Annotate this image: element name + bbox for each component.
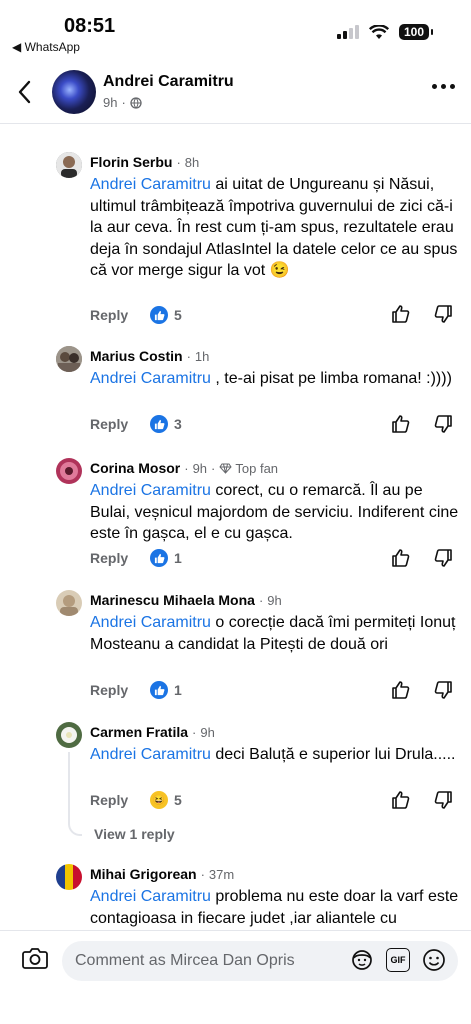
mention-link[interactable]: Andrei Caramitru bbox=[90, 370, 211, 387]
comment-body: Florin Serbu · 8h Andrei Caramitru ai ui… bbox=[90, 152, 460, 282]
post-meta: 9h · bbox=[103, 95, 142, 110]
commenter-name[interactable]: Marinescu Mihaela Mona bbox=[90, 592, 255, 608]
downvote-icon[interactable] bbox=[433, 680, 453, 700]
like-icon bbox=[150, 306, 168, 324]
commenter-avatar[interactable] bbox=[56, 458, 82, 484]
reaction-summary[interactable]: 1 bbox=[150, 681, 182, 699]
commenter-avatar[interactable] bbox=[56, 346, 82, 372]
comment-time: 37m bbox=[208, 866, 235, 882]
commenter-avatar[interactable] bbox=[56, 722, 82, 748]
vote-row bbox=[391, 414, 453, 434]
vote-row bbox=[391, 790, 453, 810]
reaction-count: 1 bbox=[174, 550, 182, 566]
composer-icons: GIF bbox=[350, 948, 446, 972]
like-icon bbox=[150, 549, 168, 567]
gif-icon[interactable]: GIF bbox=[386, 948, 410, 972]
comment-text: Andrei Caramitru ai uitat de Ungureanu ș… bbox=[90, 176, 458, 279]
diamond-icon bbox=[219, 463, 233, 474]
globe-icon bbox=[130, 96, 142, 109]
status-bar: 08:51 ◀ WhatsApp 100 bbox=[0, 0, 471, 60]
comment-text: Andrei Caramitru deci Baluță e superior … bbox=[90, 746, 456, 763]
battery-icon: 100 bbox=[398, 24, 434, 40]
mention-link[interactable]: Andrei Caramitru bbox=[90, 888, 211, 905]
commenter-name[interactable]: Marius Costin bbox=[90, 348, 183, 364]
vote-row bbox=[391, 548, 453, 568]
vote-row bbox=[391, 680, 453, 700]
commenter-avatar[interactable] bbox=[56, 152, 82, 178]
commenter-avatar[interactable] bbox=[56, 864, 82, 890]
comment-time: 9h bbox=[200, 724, 215, 740]
haha-icon: 😆 bbox=[150, 791, 168, 809]
commenter-name[interactable]: Carmen Fratila bbox=[90, 724, 188, 740]
reply-button[interactable]: Reply bbox=[90, 416, 150, 432]
reply-button[interactable]: Reply bbox=[90, 550, 150, 566]
comment-time: 9h bbox=[192, 460, 208, 476]
reply-thread-line bbox=[68, 752, 82, 836]
downvote-icon[interactable] bbox=[433, 304, 453, 324]
status-time: 08:51 bbox=[64, 15, 116, 37]
downvote-icon[interactable] bbox=[433, 548, 453, 568]
mention-link[interactable]: Andrei Caramitru bbox=[90, 614, 211, 631]
vote-row bbox=[391, 304, 453, 324]
reaction-summary[interactable]: 5 bbox=[150, 306, 182, 324]
comment-body: Corina Mosor · 9h · Top fan Andrei Caram… bbox=[90, 458, 460, 545]
commenter-name[interactable]: Mihai Grigorean bbox=[90, 866, 197, 882]
view-replies-link[interactable]: View 1 reply bbox=[94, 826, 175, 842]
comment-body: Mihai Grigorean · 37m Andrei Caramitru p… bbox=[90, 864, 460, 929]
downvote-icon[interactable] bbox=[433, 414, 453, 434]
comment-time: 1h bbox=[194, 348, 210, 364]
upvote-icon[interactable] bbox=[391, 790, 411, 810]
emoji-icon[interactable] bbox=[422, 948, 446, 972]
upvote-icon[interactable] bbox=[391, 414, 411, 434]
reaction-count: 5 bbox=[174, 307, 182, 323]
downvote-icon[interactable] bbox=[433, 790, 453, 810]
like-icon bbox=[150, 681, 168, 699]
camera-icon[interactable] bbox=[22, 947, 48, 969]
comment-composer-bar: Comment as Mircea Dan Opris GIF bbox=[0, 930, 471, 1024]
comment-placeholder: Comment as Mircea Dan Opris bbox=[75, 952, 295, 969]
author-avatar[interactable] bbox=[52, 70, 96, 114]
avatar-sticker-icon[interactable] bbox=[350, 948, 374, 972]
upvote-icon[interactable] bbox=[391, 680, 411, 700]
reaction-summary[interactable]: 😆 5 bbox=[150, 791, 182, 809]
status-icons: 100 bbox=[336, 24, 434, 40]
upvote-icon[interactable] bbox=[391, 548, 411, 568]
reaction-summary[interactable]: 1 bbox=[150, 549, 182, 567]
reply-button[interactable]: Reply bbox=[90, 307, 150, 323]
back-arrow-icon[interactable] bbox=[14, 78, 38, 106]
reaction-count: 1 bbox=[174, 682, 182, 698]
comment-text: Andrei Caramitru corect, cu o remarcă. Î… bbox=[90, 482, 459, 542]
reaction-count: 3 bbox=[174, 416, 182, 432]
mention-link[interactable]: Andrei Caramitru bbox=[90, 746, 211, 763]
reply-button[interactable]: Reply bbox=[90, 792, 150, 808]
post-header: Andrei Caramitru 9h · bbox=[0, 64, 471, 124]
reply-button[interactable]: Reply bbox=[90, 682, 150, 698]
commenter-name[interactable]: Corina Mosor bbox=[90, 460, 180, 476]
comment-text: Andrei Caramitru problema nu este doar l… bbox=[90, 888, 459, 927]
signal-icon bbox=[336, 25, 359, 39]
comment-time: 8h bbox=[184, 154, 200, 170]
like-icon bbox=[150, 415, 168, 433]
comment-item: Mihai Grigorean · 37m Andrei Caramitru p… bbox=[56, 864, 458, 934]
comment-text: Andrei Caramitru o corecție dacă îmi per… bbox=[90, 614, 456, 653]
comment-body: Marinescu Mihaela Mona · 9h Andrei Caram… bbox=[90, 590, 460, 655]
top-fan-badge: Top fan bbox=[219, 461, 278, 476]
mention-link[interactable]: Andrei Caramitru bbox=[90, 176, 211, 193]
comment-body: Marius Costin · 1h Andrei Caramitru , te… bbox=[90, 346, 460, 390]
upvote-icon[interactable] bbox=[391, 304, 411, 324]
commenter-avatar[interactable] bbox=[56, 590, 82, 616]
wifi-icon bbox=[368, 24, 389, 39]
more-options-icon[interactable] bbox=[432, 84, 455, 89]
author-name[interactable]: Andrei Caramitru bbox=[103, 73, 234, 91]
mention-link[interactable]: Andrei Caramitru bbox=[90, 482, 211, 499]
reaction-summary[interactable]: 3 bbox=[150, 415, 182, 433]
comment-text: Andrei Caramitru , te-ai pisat pe limba … bbox=[90, 370, 452, 387]
post-time: 9h bbox=[103, 95, 118, 110]
reaction-count: 5 bbox=[174, 792, 182, 808]
comment-time: 9h bbox=[267, 592, 282, 608]
back-to-app-link[interactable]: ◀ WhatsApp bbox=[12, 40, 80, 54]
comment-input[interactable]: Comment as Mircea Dan Opris GIF bbox=[62, 941, 458, 981]
commenter-name[interactable]: Florin Serbu bbox=[90, 154, 172, 170]
comment-body: Carmen Fratila · 9h Andrei Caramitru dec… bbox=[90, 722, 460, 766]
